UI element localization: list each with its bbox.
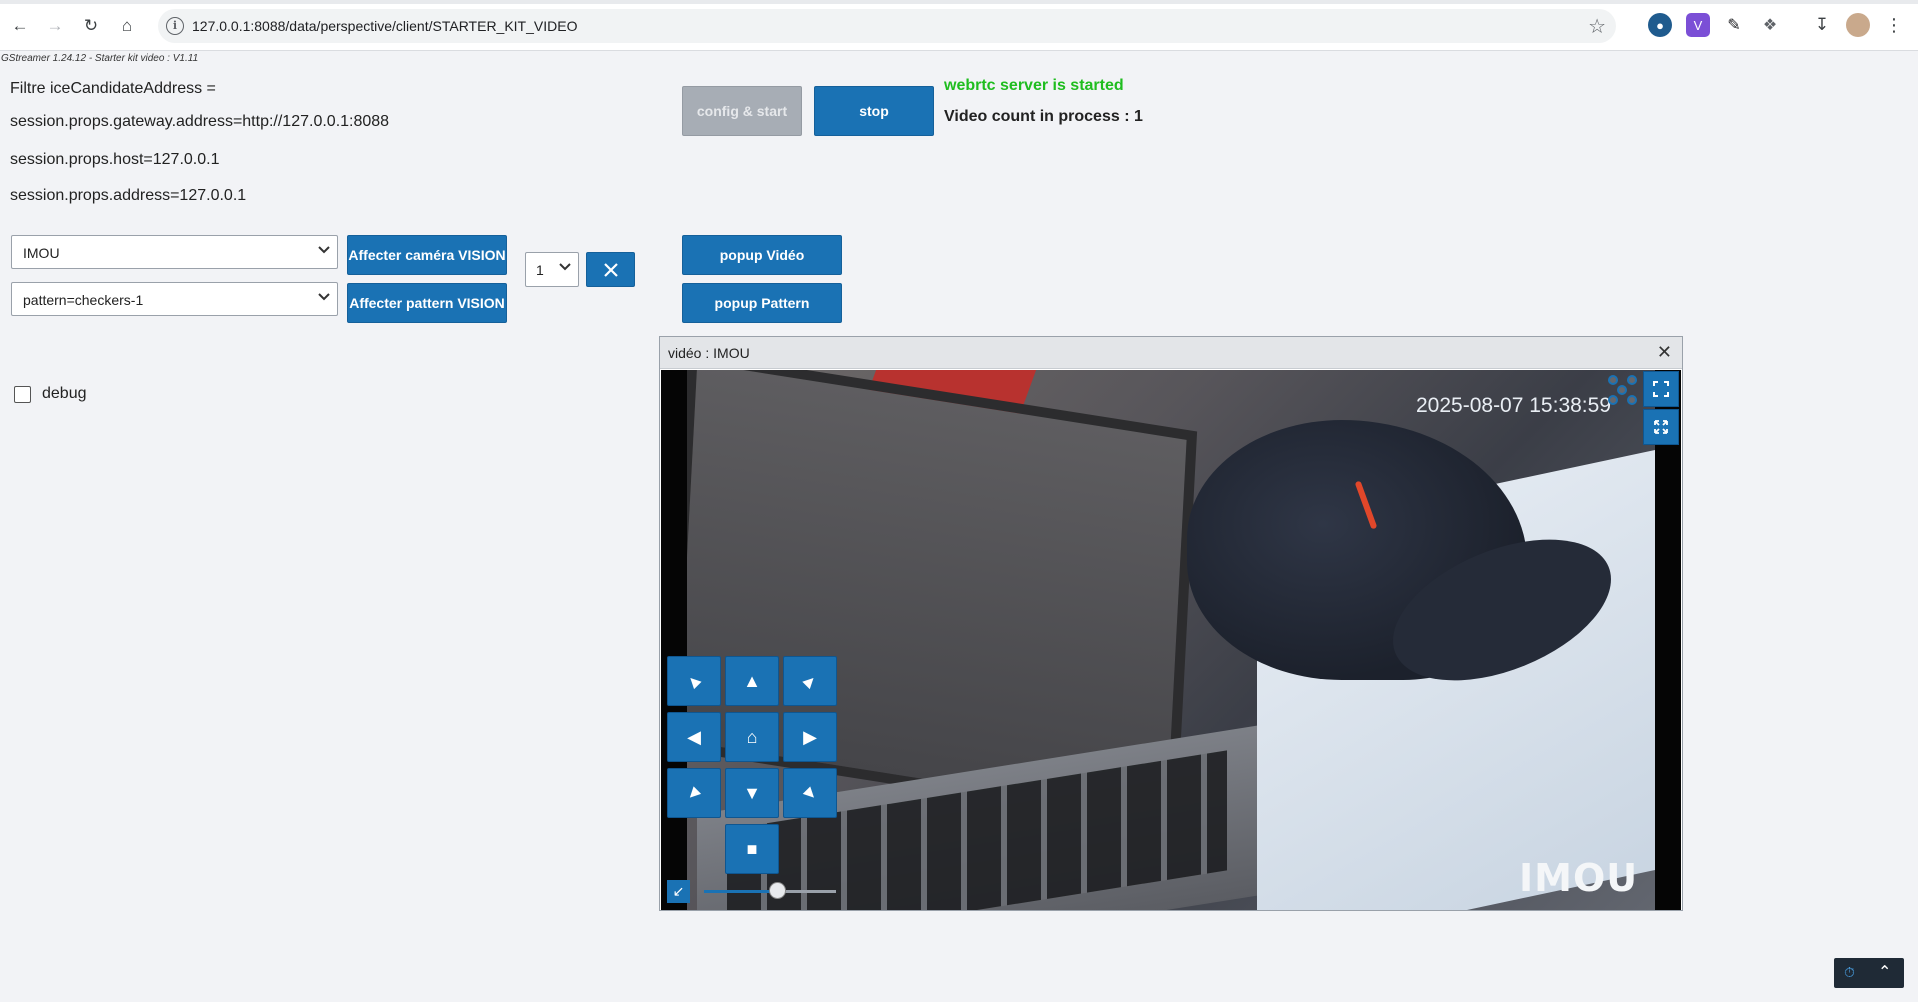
assign-pattern-button[interactable]: Affecter pattern VISION — [347, 283, 507, 323]
collapse-button[interactable]: ↙ — [667, 880, 690, 903]
arrow-down-left-icon: ↙ — [672, 883, 685, 899]
stop-square-icon: ■ — [746, 838, 758, 859]
expand-icon — [1654, 420, 1668, 434]
extension-v-icon[interactable]: V — [1686, 13, 1710, 37]
debug-label: debug — [42, 385, 87, 402]
ptz-right-button[interactable]: ▶ — [783, 712, 837, 762]
download-icon[interactable]: ↧ — [1810, 13, 1834, 37]
url-text[interactable]: 127.0.0.1:8088/data/perspective/client/S… — [192, 18, 577, 34]
debug-checkbox[interactable] — [14, 386, 31, 403]
popup-titlebar[interactable]: vidéo : IMOU ✕ — [660, 337, 1682, 369]
arrow-left-icon: ◀ — [687, 726, 701, 747]
fullscreen-icon — [1653, 381, 1669, 397]
arrow-up-icon: ▲ — [743, 670, 761, 691]
forward-icon[interactable]: → — [42, 13, 68, 39]
pen-extension-icon[interactable]: ✎ — [1722, 13, 1746, 37]
arrow-down-icon: ▼ — [743, 782, 761, 803]
zoom-slider-fill — [704, 890, 777, 893]
close-icon[interactable]: ✕ — [1657, 342, 1672, 363]
resize-handle[interactable] — [1608, 395, 1618, 405]
config-start-button[interactable]: config & start — [682, 86, 802, 136]
tab-strip — [0, 0, 1918, 4]
video-count-text: Video count in process : 1 — [944, 108, 1143, 125]
site-info-icon[interactable]: i — [166, 17, 184, 35]
chevron-down-icon — [318, 246, 330, 254]
gateway-address-label: session.props.gateway.address=http://127… — [10, 113, 390, 130]
home-icon[interactable]: ⌂ — [114, 13, 140, 39]
host-label: session.props.host=127.0.0.1 — [10, 151, 220, 168]
chevron-down-icon — [559, 263, 571, 271]
fullscreen-button[interactable] — [1643, 371, 1679, 407]
home-icon: ⌂ — [746, 726, 758, 747]
extension-icon[interactable]: ● — [1648, 13, 1672, 37]
arrow-down-right-icon: ▼ — [796, 779, 824, 807]
clear-button[interactable] — [586, 252, 635, 287]
arrow-right-icon: ▶ — [803, 726, 817, 747]
arrow-up-left-icon: ▲ — [680, 667, 708, 695]
camera-select[interactable]: IMOU — [11, 235, 338, 269]
ptz-down-button[interactable]: ▼ — [725, 768, 779, 818]
popup-title: vidéo : IMOU — [668, 345, 750, 361]
pattern-select-value: pattern=checkers-1 — [23, 292, 144, 308]
resize-handle[interactable] — [1617, 385, 1627, 395]
filter-label: Filtre iceCandidateAddress = — [10, 80, 216, 97]
camera-frame — [687, 370, 1655, 910]
resize-handle[interactable] — [1627, 395, 1637, 405]
timer-icon[interactable]: ⏱ — [1844, 964, 1855, 981]
video-popup[interactable]: vidéo : IMOU ✕ 2025-08-07 15:38:59 IMOU — [659, 336, 1683, 911]
ptz-up-button[interactable]: ▲ — [725, 656, 779, 706]
ptz-home-button[interactable]: ⌂ — [725, 712, 779, 762]
menu-kebab-icon[interactable]: ⋮ — [1882, 13, 1906, 37]
arrow-up-right-icon: ▲ — [796, 667, 824, 695]
zoom-slider-knob[interactable] — [768, 882, 786, 899]
index-select-value: 1 — [536, 262, 544, 278]
perspective-footer-widget[interactable]: ⏱ ⌃ — [1834, 958, 1904, 988]
index-select[interactable]: 1 — [525, 252, 579, 287]
close-icon — [603, 262, 618, 277]
ptz-left-button[interactable]: ◀ — [667, 712, 721, 762]
camera-logo: IMOU — [1519, 856, 1639, 900]
ptz-stop-button[interactable]: ■ — [725, 824, 779, 874]
reload-icon[interactable]: ↻ — [78, 13, 104, 39]
resize-handle[interactable] — [1627, 375, 1637, 385]
address-label: session.props.address=127.0.0.1 — [10, 187, 247, 204]
ptz-down-right-button[interactable]: ▼ — [783, 768, 837, 818]
stop-button[interactable]: stop — [814, 86, 934, 136]
popup-pattern-button[interactable]: popup Pattern — [682, 283, 842, 323]
chevron-down-icon — [318, 293, 330, 301]
profile-avatar[interactable] — [1846, 13, 1870, 37]
popup-video-button[interactable]: popup Vidéo — [682, 235, 842, 275]
ptz-up-left-button[interactable]: ▲ — [667, 656, 721, 706]
arrow-down-left-icon: ▼ — [680, 779, 708, 807]
ptz-up-right-button[interactable]: ▲ — [783, 656, 837, 706]
chevron-up-icon[interactable]: ⌃ — [1878, 962, 1891, 982]
camera-select-value: IMOU — [23, 245, 60, 261]
pattern-select[interactable]: pattern=checkers-1 — [11, 282, 338, 316]
extensions-puzzle-icon[interactable]: ❖ — [1758, 13, 1782, 37]
back-icon[interactable]: ← — [7, 13, 33, 39]
server-status-text: webrtc server is started — [944, 77, 1124, 94]
ptz-down-left-button[interactable]: ▼ — [667, 768, 721, 818]
resize-handle[interactable] — [1608, 375, 1618, 385]
version-label: GStreamer 1.24.12 - Starter kit video : … — [1, 53, 199, 64]
bookmark-star-icon[interactable]: ☆ — [1588, 14, 1606, 39]
assign-camera-button[interactable]: Affecter caméra VISION — [347, 235, 507, 275]
expand-button[interactable] — [1643, 409, 1679, 445]
address-bar[interactable]: i 127.0.0.1:8088/data/perspective/client… — [158, 9, 1616, 43]
video-stream[interactable]: 2025-08-07 15:38:59 IMOU ▲ ▲ ▲ ◀ ⌂ ▶ ▼ ▼… — [661, 370, 1681, 910]
browser-toolbar: ← → ↻ ⌂ i 127.0.0.1:8088/data/perspectiv… — [0, 0, 1918, 51]
video-timestamp: 2025-08-07 15:38:59 — [1416, 394, 1611, 417]
